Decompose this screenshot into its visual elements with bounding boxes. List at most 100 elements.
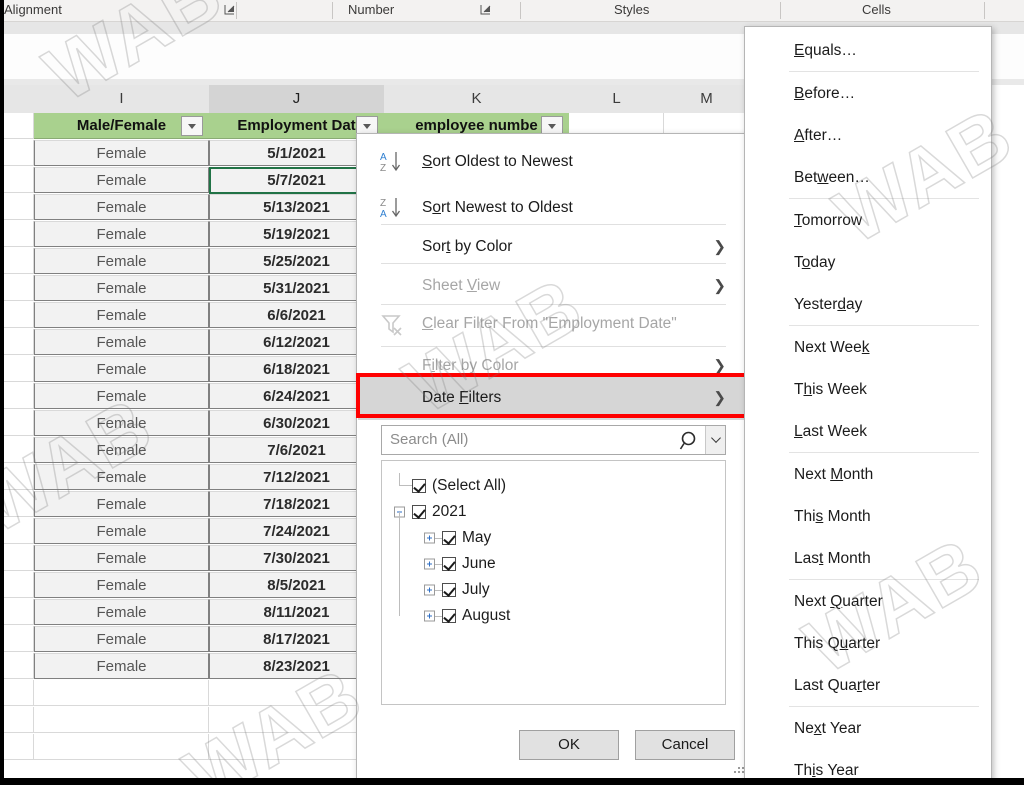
cell-gender[interactable]: Female (34, 221, 209, 247)
filter-tree-item[interactable]: July (382, 564, 725, 603)
menu-item-sort-oldest-to-newest[interactable]: Sort Oldest to Newest A Z (358, 141, 748, 183)
date-filter-equals[interactable]: Equals… (746, 30, 990, 72)
number-dialog-launcher-icon[interactable] (480, 4, 492, 16)
date-filter-this-month[interactable]: This Month (746, 496, 990, 538)
submenu-item-label: After… (794, 127, 843, 144)
filter-checkbox[interactable] (442, 609, 456, 623)
cell-gender[interactable]: Female (34, 491, 209, 517)
column-header-M[interactable]: M (664, 85, 750, 114)
cell-empty[interactable] (34, 707, 209, 733)
filter-checkbox[interactable] (442, 583, 456, 597)
column-header-L[interactable]: L (569, 85, 665, 114)
cell-gender[interactable]: Female (34, 653, 209, 679)
row-gutter-cell (4, 302, 34, 328)
cell-gender[interactable]: Female (34, 383, 209, 409)
cell-gender[interactable]: Female (34, 356, 209, 382)
filter-checkbox[interactable] (442, 531, 456, 545)
expand-plus-icon[interactable] (424, 610, 435, 622)
date-filter-between[interactable]: Between… (746, 157, 990, 199)
filter-tree-item[interactable]: (Select All) (382, 473, 725, 499)
ribbon-separator (984, 2, 985, 19)
cell-gender[interactable]: Female (34, 518, 209, 544)
filter-checkbox[interactable] (412, 505, 426, 519)
filter-dropdown-button-I[interactable] (181, 116, 203, 136)
filter-search-box[interactable]: Search (All) (381, 425, 726, 455)
filter-checkbox[interactable] (412, 479, 426, 493)
filter-tree-item[interactable]: May (382, 512, 725, 551)
cell-gender[interactable]: Female (34, 140, 209, 166)
date-filter-this-week[interactable]: This Week (746, 369, 990, 411)
submenu-separator (789, 71, 979, 72)
expand-plus-icon[interactable] (424, 532, 435, 544)
date-filter-tomorrow[interactable]: Tomorrow (746, 200, 990, 242)
resize-grip[interactable] (734, 765, 744, 774)
filter-tree-item[interactable]: 2021 (382, 499, 725, 525)
filter-cancel-button[interactable]: Cancel (635, 730, 735, 760)
filter-ok-button[interactable]: OK (519, 730, 619, 760)
date-filter-next-year[interactable]: Next Year (746, 708, 990, 750)
date-filter-after[interactable]: After… (746, 115, 990, 157)
column-header-K[interactable]: K (384, 85, 570, 114)
menu-separator (381, 224, 726, 225)
filter-tree-item[interactable]: June (382, 538, 725, 577)
filter-search-input[interactable]: Search (All) (390, 426, 468, 454)
cell-gender[interactable]: Female (34, 626, 209, 652)
cell-empty[interactable] (4, 680, 34, 706)
cell-gender[interactable]: Female (34, 275, 209, 301)
menu-item-label: Filter by Color (422, 357, 519, 374)
date-filter-next-month[interactable]: Next Month (746, 454, 990, 496)
menu-item-sort-newest-to-oldest[interactable]: Sort Newest to Oldest Z A (358, 187, 748, 229)
submenu-item-label: This Year (794, 762, 859, 779)
submenu-item-label: This Week (794, 381, 867, 398)
cell-gender[interactable]: Female (34, 410, 209, 436)
column-header-I[interactable]: I (34, 85, 210, 114)
date-filter-today[interactable]: Today (746, 242, 990, 284)
filter-values-tree[interactable]: (Select All) 2021 May June July August (381, 460, 726, 705)
row-gutter-cell (4, 518, 34, 544)
expand-plus-icon[interactable] (424, 584, 435, 596)
search-icon (679, 430, 701, 452)
cell-gender[interactable]: Female (34, 302, 209, 328)
cell-gender[interactable]: Female (34, 194, 209, 220)
menu-item-sort-by-color[interactable]: Sort by Color ❯ (358, 227, 748, 267)
cell-gender[interactable]: Female (34, 572, 209, 598)
cell-gender[interactable]: Female (34, 464, 209, 490)
cell-empty[interactable] (34, 680, 209, 706)
submenu-separator (789, 452, 979, 453)
date-filter-this-year[interactable]: This Year (746, 750, 990, 779)
date-filter-last-quarter[interactable]: Last Quarter (746, 665, 990, 707)
row-gutter-cell (4, 113, 34, 139)
submenu-separator (789, 325, 979, 326)
filter-checkbox[interactable] (442, 557, 456, 571)
clear-filter-icon (380, 311, 410, 337)
expand-plus-icon[interactable] (424, 558, 435, 570)
cell-empty[interactable] (34, 734, 209, 760)
date-filter-before[interactable]: Before… (746, 73, 990, 115)
cell-gender[interactable]: Female (34, 545, 209, 571)
filter-search-dropdown-button[interactable] (705, 426, 725, 454)
menu-item-date-filters[interactable]: Date Filters ❯ (358, 375, 748, 420)
autofilter-dropdown-panel[interactable]: Sort Oldest to Newest A Z Sort Newest to Ol… (356, 133, 750, 780)
cell-empty[interactable] (4, 707, 34, 733)
alignment-dialog-launcher-icon[interactable] (224, 4, 236, 16)
column-header-corner[interactable] (4, 85, 35, 114)
date-filter-next-week[interactable]: Next Week (746, 327, 990, 369)
cell-gender[interactable]: Female (34, 167, 209, 193)
cell-empty[interactable] (4, 734, 34, 760)
date-filters-submenu[interactable]: Equals… Before… After… Between… Tomorrow Toda… (744, 26, 992, 780)
cell-gender[interactable]: Female (34, 599, 209, 625)
date-filter-last-month[interactable]: Last Month (746, 538, 990, 580)
cell-gender[interactable]: Female (34, 329, 209, 355)
date-filter-next-quarter[interactable]: Next Quarter (746, 581, 990, 623)
row-gutter-cell (4, 626, 34, 652)
cell-gender[interactable]: Female (34, 248, 209, 274)
submenu-item-label: This Quarter (794, 635, 881, 652)
date-filter-this-quarter[interactable]: This Quarter (746, 623, 990, 665)
menu-separator (381, 304, 726, 305)
date-filter-last-week[interactable]: Last Week (746, 411, 990, 453)
date-filter-yesterday[interactable]: Yesterday (746, 284, 990, 326)
row-gutter-cell (4, 248, 34, 274)
column-header-J[interactable]: J (209, 85, 385, 115)
cell-gender[interactable]: Female (34, 437, 209, 463)
filter-tree-item[interactable]: August (382, 590, 725, 629)
